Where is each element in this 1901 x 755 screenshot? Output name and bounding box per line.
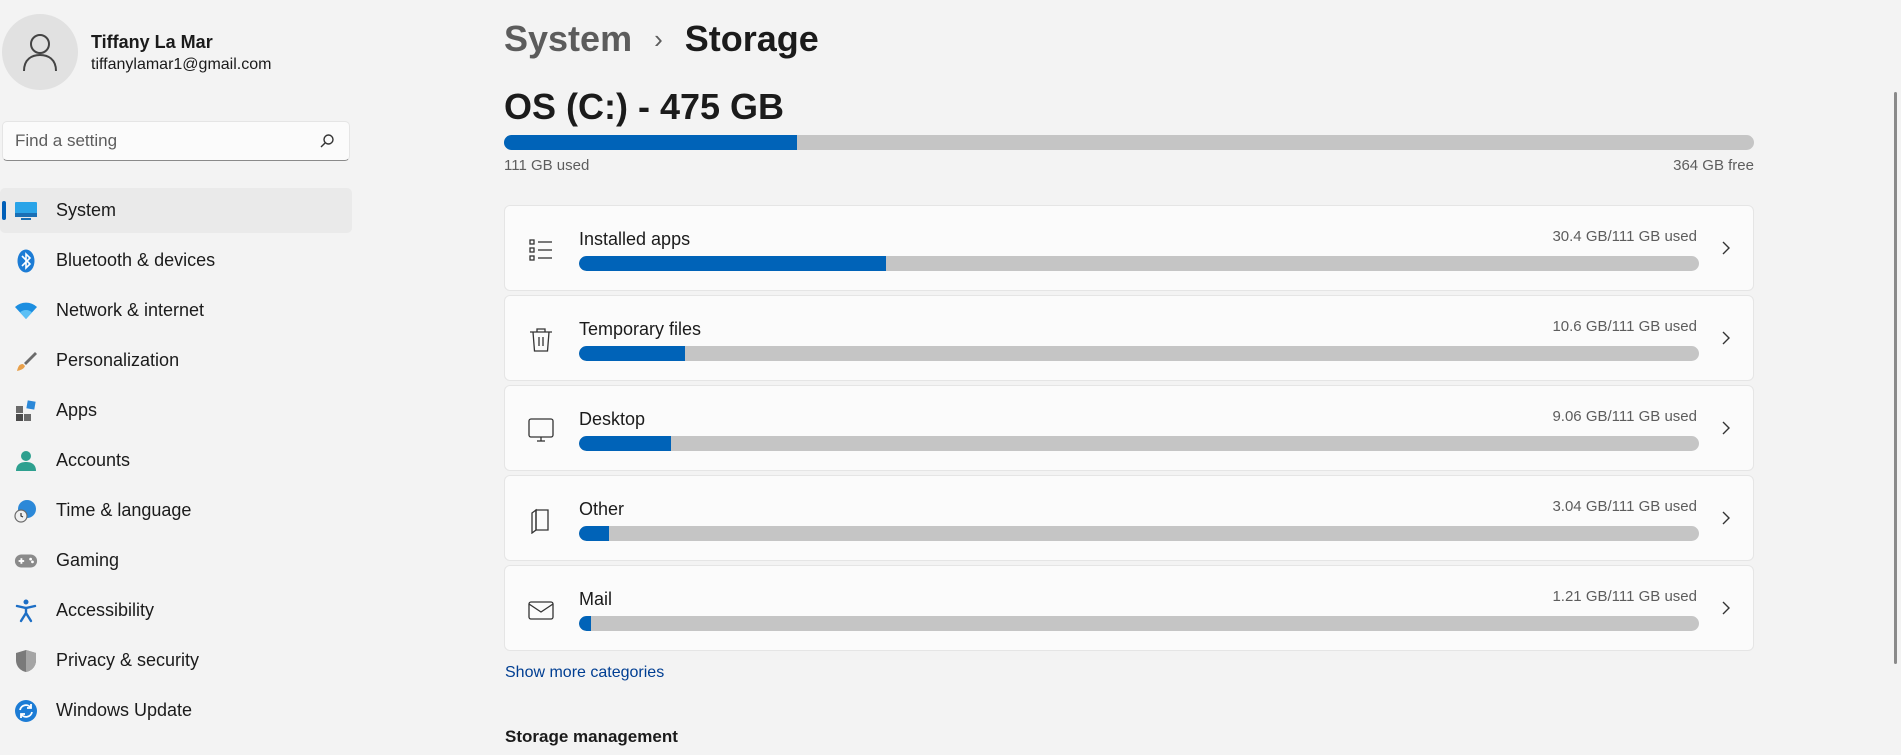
category-installed-apps[interactable]: Installed apps 30.4 GB/111 GB used bbox=[504, 205, 1754, 291]
brush-icon bbox=[14, 349, 38, 373]
globe-clock-icon bbox=[14, 499, 38, 523]
category-usage: 10.6 GB/111 GB used bbox=[1552, 318, 1697, 335]
sidebar-item-accounts[interactable]: Accounts bbox=[0, 438, 352, 483]
drive-title: OS (C:) - 475 GB bbox=[504, 86, 785, 127]
chevron-right-icon bbox=[1721, 330, 1731, 351]
drive-used-label: 111 GB used bbox=[504, 157, 590, 174]
sidebar-item-label: Network & internet bbox=[56, 300, 205, 320]
category-usage: 3.04 GB/111 GB used bbox=[1552, 498, 1697, 515]
sidebar-item-label: Privacy & security bbox=[56, 650, 200, 670]
mail-icon bbox=[527, 596, 555, 624]
profile-name: Tiffany La Mar bbox=[91, 32, 213, 52]
accessibility-icon bbox=[14, 599, 38, 623]
category-desktop[interactable]: Desktop 9.06 GB/111 GB used bbox=[504, 385, 1754, 471]
sidebar-item-label: Time & language bbox=[56, 500, 192, 520]
breadcrumb-parent[interactable]: System bbox=[504, 18, 632, 60]
profile-email: tiffanylamar1@gmail.com bbox=[91, 56, 272, 73]
category-label: Mail bbox=[579, 589, 613, 609]
account-icon bbox=[14, 449, 38, 473]
search-input[interactable] bbox=[15, 122, 305, 160]
category-usage-bar bbox=[579, 616, 1699, 631]
chevron-right-icon bbox=[1721, 240, 1731, 261]
chevron-right-icon bbox=[1721, 420, 1731, 441]
category-usage-bar bbox=[579, 256, 1699, 271]
category-usage-bar bbox=[579, 346, 1699, 361]
category-usage: 9.06 GB/111 GB used bbox=[1552, 408, 1697, 425]
show-more-categories-link[interactable]: Show more categories bbox=[505, 664, 664, 682]
chevron-right-icon bbox=[1721, 600, 1731, 621]
category-usage-fill bbox=[579, 346, 686, 361]
scrollbar[interactable] bbox=[1894, 92, 1897, 664]
sidebar-item-personalization[interactable]: Personalization bbox=[0, 338, 352, 383]
drive-usage-fill bbox=[504, 135, 797, 150]
document-icon bbox=[527, 506, 555, 535]
category-usage-bar bbox=[579, 526, 1699, 541]
chevron-right-icon bbox=[1721, 510, 1731, 531]
storage-categories: Installed apps 30.4 GB/111 GB used Tempo… bbox=[504, 205, 1754, 655]
monitor-icon bbox=[527, 416, 555, 444]
sidebar-item-label: Windows Update bbox=[56, 700, 193, 720]
category-usage-fill bbox=[579, 256, 886, 271]
shield-icon bbox=[14, 649, 38, 673]
breadcrumb: System › Storage bbox=[504, 16, 819, 62]
sidebar-item-gaming[interactable]: Gaming bbox=[0, 538, 352, 583]
sidebar-item-privacy[interactable]: Privacy & security bbox=[0, 638, 352, 683]
sidebar-item-label: Personalization bbox=[56, 350, 180, 370]
user-profile[interactable]: Tiffany La Mar tiffanylamar1@gmail.com bbox=[0, 14, 352, 90]
sidebar-item-label: Gaming bbox=[56, 550, 120, 570]
sidebar-item-label: Apps bbox=[56, 400, 98, 420]
page-title: Storage bbox=[684, 18, 819, 59]
sidebar-item-apps[interactable]: Apps bbox=[0, 388, 352, 433]
apps-icon bbox=[14, 399, 38, 423]
category-usage: 30.4 GB/111 GB used bbox=[1552, 228, 1697, 245]
category-usage: 1.21 GB/111 GB used bbox=[1552, 588, 1697, 605]
category-other[interactable]: Other 3.04 GB/111 GB used bbox=[504, 475, 1754, 561]
sidebar-nav: System Bluetooth & devices Network & int… bbox=[0, 188, 352, 738]
sidebar-item-label: Accessibility bbox=[56, 600, 155, 620]
sidebar-item-bluetooth[interactable]: Bluetooth & devices bbox=[0, 238, 352, 283]
gamepad-icon bbox=[14, 549, 38, 573]
category-label: Installed apps bbox=[579, 229, 691, 249]
wifi-icon bbox=[14, 299, 38, 323]
sidebar-item-label: Bluetooth & devices bbox=[56, 250, 216, 270]
trash-icon bbox=[527, 326, 555, 354]
sidebar: Tiffany La Mar tiffanylamar1@gmail.com S… bbox=[0, 0, 352, 755]
system-icon bbox=[14, 199, 38, 223]
category-label: Desktop bbox=[579, 409, 646, 429]
list-icon bbox=[527, 236, 555, 264]
sidebar-item-accessibility[interactable]: Accessibility bbox=[0, 588, 352, 633]
category-temporary-files[interactable]: Temporary files 10.6 GB/111 GB used bbox=[504, 295, 1754, 381]
update-icon bbox=[14, 699, 38, 723]
sidebar-item-label: System bbox=[56, 200, 117, 220]
sidebar-item-label: Accounts bbox=[56, 450, 131, 470]
drive-usage-bar bbox=[504, 135, 1754, 150]
category-label: Other bbox=[579, 499, 625, 519]
drive-free-label: 364 GB free bbox=[1673, 157, 1754, 174]
sidebar-item-system[interactable]: System bbox=[0, 188, 352, 233]
search-box[interactable] bbox=[2, 121, 350, 161]
storage-management-heading: Storage management bbox=[505, 727, 678, 746]
category-label: Temporary files bbox=[579, 319, 702, 339]
chevron-right-icon: › bbox=[654, 23, 663, 54]
category-usage-fill bbox=[579, 526, 610, 541]
category-mail[interactable]: Mail 1.21 GB/111 GB used bbox=[504, 565, 1754, 651]
avatar[interactable] bbox=[2, 14, 78, 90]
bluetooth-icon bbox=[14, 249, 38, 273]
category-usage-fill bbox=[579, 616, 592, 631]
search-icon[interactable] bbox=[319, 133, 335, 154]
person-icon bbox=[23, 34, 57, 72]
sidebar-item-network[interactable]: Network & internet bbox=[0, 288, 352, 333]
category-usage-bar bbox=[579, 436, 1699, 451]
sidebar-item-windows-update[interactable]: Windows Update bbox=[0, 688, 352, 733]
category-usage-fill bbox=[579, 436, 671, 451]
sidebar-item-time-language[interactable]: Time & language bbox=[0, 488, 352, 533]
